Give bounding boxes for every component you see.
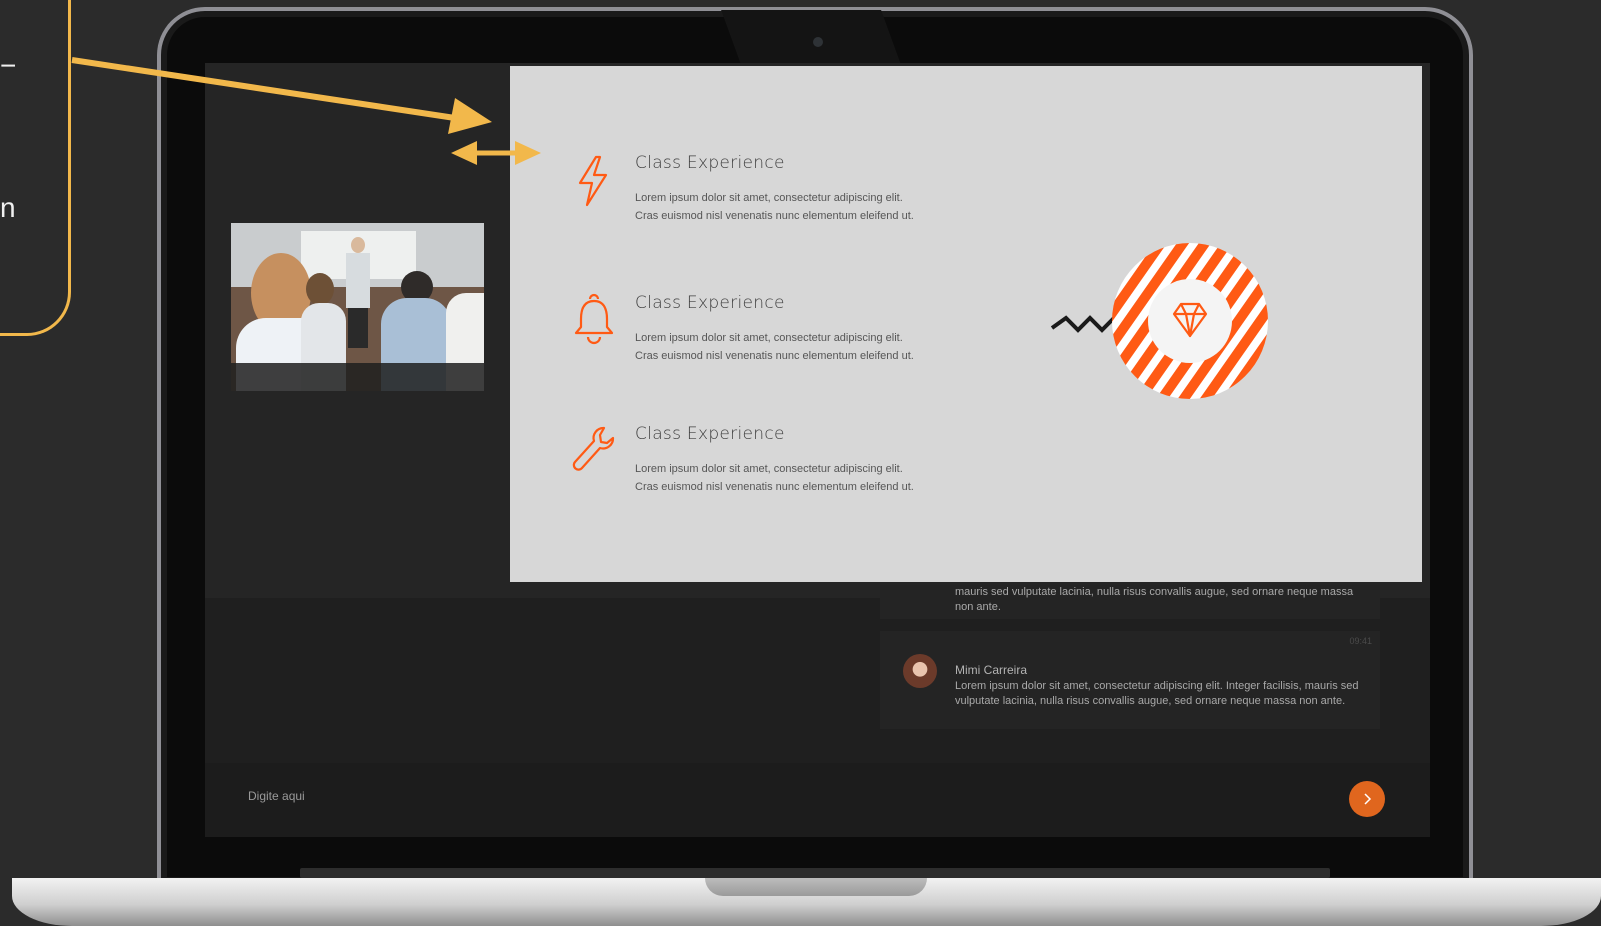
annotation-arrows xyxy=(71,57,541,165)
double-arrow-icon xyxy=(451,141,541,165)
annotation-arrow xyxy=(71,57,492,134)
